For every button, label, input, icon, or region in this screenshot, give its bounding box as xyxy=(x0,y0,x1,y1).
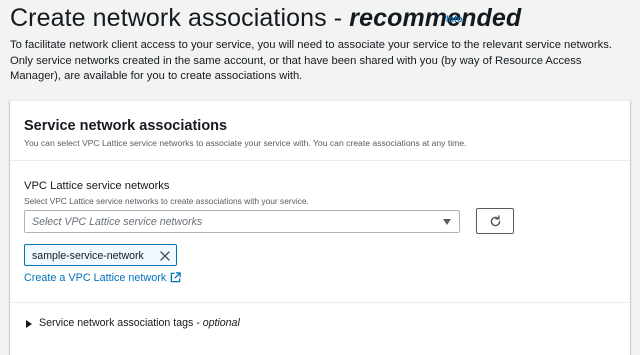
association-tags-expander[interactable]: Service network association tags - optio… xyxy=(24,317,324,333)
panel-description: You can select VPC Lattice service netwo… xyxy=(24,138,467,148)
token-label: sample-service-network xyxy=(32,250,144,262)
intro-text: To facilitate network client access to y… xyxy=(10,39,612,82)
refresh-button[interactable] xyxy=(476,208,514,234)
info-link[interactable]: Info xyxy=(446,14,463,24)
select-placeholder: Select VPC Lattice service networks xyxy=(32,216,203,228)
panel-header: Service network associations You can sel… xyxy=(10,101,630,161)
page-title-main: Create network associations - xyxy=(10,4,350,32)
page-title-emphasis: recommended xyxy=(349,4,522,32)
service-network-associations-panel: Service network associations You can sel… xyxy=(10,100,630,355)
expander-label: Service network association tags - optio… xyxy=(39,317,240,329)
close-icon xyxy=(160,251,170,261)
expander-label-text: Service network association tags - xyxy=(39,317,203,329)
refresh-icon xyxy=(490,215,501,227)
service-networks-select[interactable]: Select VPC Lattice service networks xyxy=(24,210,460,233)
field-description: Select VPC Lattice service networks to c… xyxy=(24,196,309,206)
caret-down-icon xyxy=(443,219,451,225)
remove-token-button[interactable] xyxy=(157,248,173,264)
page-title: Create network associations - recommende… xyxy=(10,4,521,33)
panel-title: Service network associations xyxy=(24,118,228,134)
expander-optional: optional xyxy=(202,317,240,329)
selected-token: sample-service-network xyxy=(24,244,177,266)
caret-right-icon xyxy=(26,320,32,328)
field-label: VPC Lattice service networks xyxy=(24,180,170,192)
external-link-icon[interactable] xyxy=(170,272,181,283)
divider xyxy=(10,302,630,303)
create-lattice-network-link[interactable]: Create a VPC Lattice network xyxy=(24,272,166,284)
